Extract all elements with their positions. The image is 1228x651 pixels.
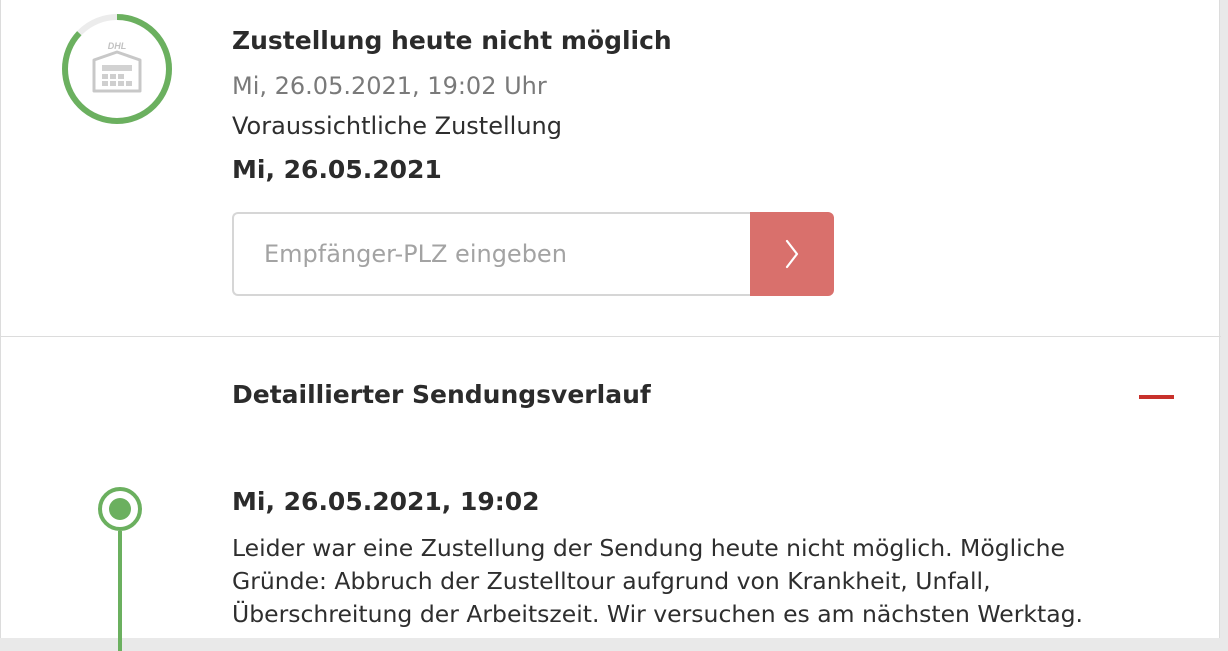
history-heading: Detaillierter Sendungsverlauf	[232, 380, 651, 409]
minus-icon	[1139, 395, 1174, 399]
status-progress-ring: DHL	[62, 14, 172, 124]
expected-delivery-date: Mi, 26.05.2021	[232, 155, 442, 184]
expected-delivery-label: Voraussichtliche Zustellung	[232, 112, 562, 140]
plz-form	[232, 212, 834, 296]
section-divider	[1, 336, 1221, 337]
timeline-dot	[98, 487, 142, 531]
event-description: Leider war eine Zustellung der Sendung h…	[232, 534, 1083, 628]
svg-text:DHL: DHL	[108, 41, 127, 51]
shipment-status-panel: DHL Zustellung heute nicht möglich Mi, 2…	[0, 0, 1221, 651]
plz-submit-button[interactable]	[750, 212, 834, 296]
status-timestamp: Mi, 26.05.2021, 19:02 Uhr	[232, 72, 547, 100]
collapse-history-button[interactable]	[1133, 380, 1181, 416]
event-date: Mi, 26.05.2021, 19:02	[232, 487, 540, 516]
timeline-line	[118, 531, 122, 651]
recipient-plz-input[interactable]	[232, 212, 762, 296]
status-title: Zustellung heute nicht möglich	[232, 26, 672, 55]
dhl-depot-icon: DHL	[92, 41, 142, 93]
chevron-right-icon	[785, 239, 799, 269]
